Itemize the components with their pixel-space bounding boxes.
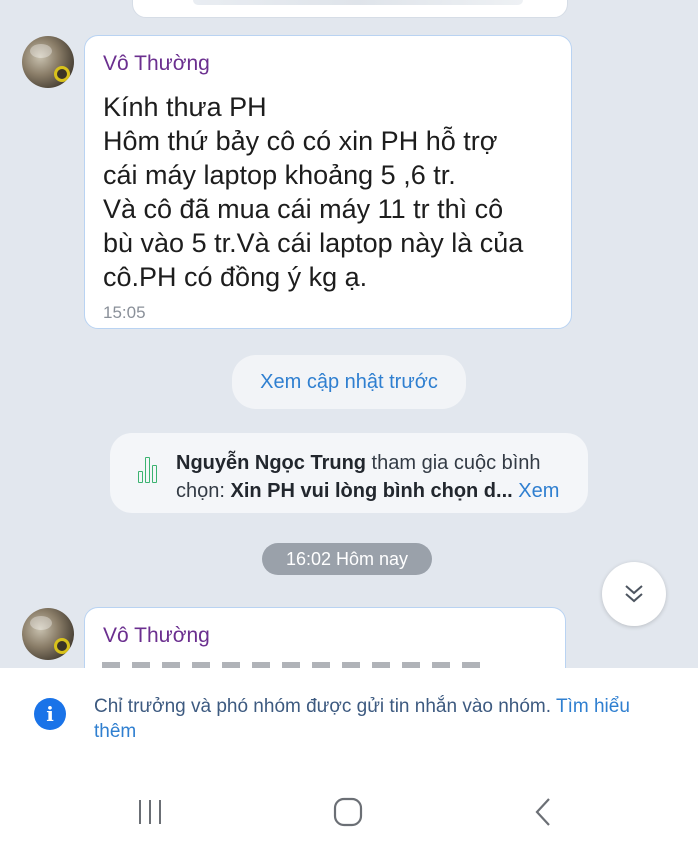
message-line: cái máy laptop khoảng 5 ,6 tr. bbox=[103, 160, 456, 190]
poll-view-link[interactable]: Xem bbox=[513, 480, 559, 502]
poll-actor[interactable]: Nguyễn Ngọc Trung bbox=[176, 452, 366, 474]
sender-name[interactable]: Vô Thường bbox=[103, 52, 210, 76]
message-bubble[interactable]: Vô Thường Kính thưa PH Hôm thứ bảy cô có… bbox=[84, 35, 572, 329]
message-line: bù vào 5 tr.Và cái laptop này là của bbox=[103, 228, 524, 258]
scroll-to-bottom-button[interactable] bbox=[602, 562, 666, 626]
load-previous-button[interactable]: Xem cập nhật trước bbox=[232, 355, 466, 409]
chat-area[interactable]: Vô Thường Kính thưa PH Hôm thứ bảy cô có… bbox=[0, 0, 698, 668]
date-separator-label: 16:02 Hôm nay bbox=[285, 548, 409, 569]
date-separator: 16:02 Hôm nay bbox=[262, 543, 432, 575]
message-time: 15:05 bbox=[103, 303, 146, 322]
recents-button[interactable] bbox=[128, 790, 172, 834]
poll-icon bbox=[138, 455, 160, 483]
message-line: Kính thưa PH bbox=[103, 92, 267, 122]
notice-text: Chỉ trưởng và phó nhóm được gửi tin nhắn… bbox=[94, 696, 556, 717]
previous-message-bubble[interactable] bbox=[132, 0, 568, 18]
avatar-badge bbox=[54, 66, 70, 82]
truncated-message-text bbox=[193, 0, 523, 5]
message-line: cô.PH có đồng ý kg ạ. bbox=[103, 262, 368, 292]
load-previous-label: Xem cập nhật trước bbox=[260, 370, 438, 393]
sender-avatar[interactable] bbox=[22, 608, 74, 660]
back-icon bbox=[535, 798, 550, 826]
home-icon bbox=[333, 797, 363, 827]
poll-title[interactable]: Xin PH vui lòng bình chọn d... bbox=[230, 480, 512, 502]
sender-name[interactable]: Vô Thường bbox=[103, 624, 210, 648]
poll-activity-card[interactable]: Nguyễn Ngọc Trung tham gia cuộc bình chọ… bbox=[110, 433, 588, 513]
recents-icon bbox=[139, 800, 161, 824]
poll-activity-text: Nguyễn Ngọc Trung tham gia cuộc bình chọ… bbox=[176, 449, 576, 505]
info-icon: i bbox=[34, 698, 66, 730]
back-button[interactable] bbox=[522, 790, 566, 834]
double-chevron-down-icon bbox=[625, 585, 643, 603]
avatar-badge bbox=[54, 638, 70, 654]
home-button[interactable] bbox=[326, 790, 370, 834]
message-bubble[interactable]: Vô Thường bbox=[84, 607, 566, 668]
sender-avatar[interactable] bbox=[22, 36, 74, 88]
message-line: Và cô đã mua cái máy 11 tr thì cô bbox=[103, 194, 504, 224]
message-line: Hôm thứ bảy cô có xin PH hỗ trợ bbox=[103, 126, 498, 156]
admin-only-notice: Chỉ trưởng và phó nhóm được gửi tin nhắn… bbox=[94, 694, 664, 744]
